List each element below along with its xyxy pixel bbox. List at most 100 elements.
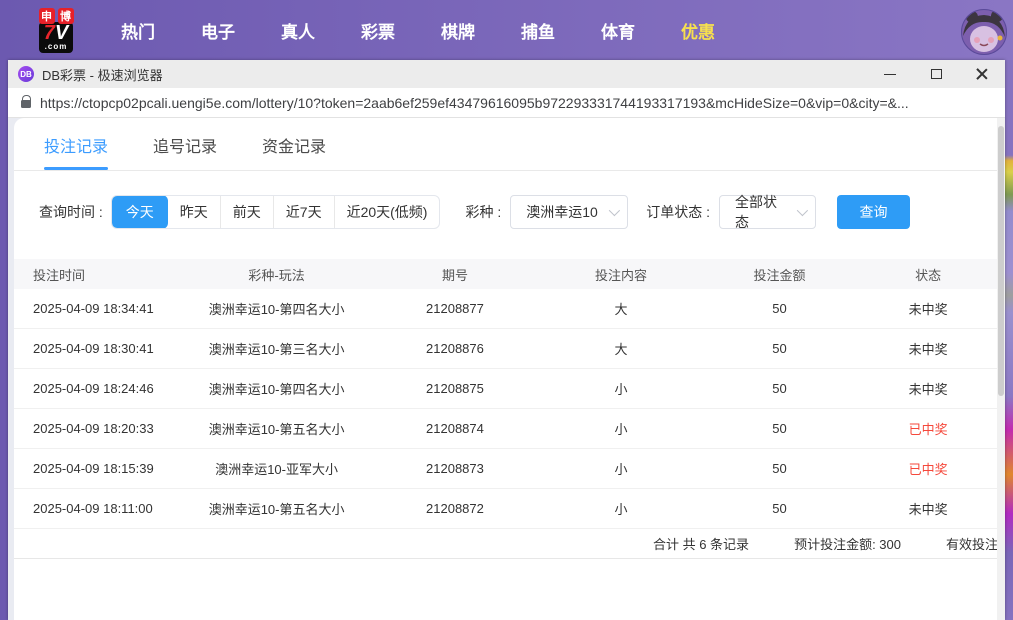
window-title: DB彩票 - 极速浏览器 — [42, 65, 883, 84]
bet-content: 小 — [534, 499, 707, 518]
logo-badge-bo: 博 — [58, 8, 74, 24]
browser-titlebar[interactable]: DB DB彩票 - 极速浏览器 — [8, 60, 1005, 88]
menu-item-slots[interactable]: 电子 — [178, 18, 258, 43]
site-menu: 热门 电子 真人 彩票 棋牌 捕鱼 体育 优惠 — [98, 18, 738, 43]
table-row: 2025-04-09 18:30:41 澳洲幸运10-第三名大小 2120887… — [14, 329, 1005, 369]
lock-icon — [21, 100, 31, 108]
table-row: 2025-04-09 18:34:41 澳洲幸运10-第四名大小 2120887… — [14, 289, 1005, 329]
issue-number: 21208873 — [376, 461, 535, 476]
header-bet-amount: 投注金额 — [708, 265, 852, 284]
bet-content: 小 — [534, 459, 707, 478]
bet-amount: 50 — [708, 461, 852, 476]
menu-item-cards[interactable]: 棋牌 — [418, 18, 498, 43]
bet-time: 2025-04-09 18:30:41 — [14, 341, 178, 356]
time-option-today[interactable]: 今天 — [112, 195, 168, 229]
maximize-button[interactable] — [929, 67, 943, 81]
user-avatar[interactable] — [960, 8, 1008, 56]
issue-number: 21208875 — [376, 381, 535, 396]
status-filter-label: 订单状态 : — [646, 202, 710, 222]
header-bet-content: 投注内容 — [534, 265, 707, 284]
play-type: 澳洲幸运10-第四名大小 — [178, 299, 376, 318]
records-card: 投注记录 追号记录 资金记录 查询时间 : 今天 昨天 前天 近7天 近20天(… — [14, 118, 1005, 620]
close-button[interactable] — [975, 67, 989, 81]
table-row: 2025-04-09 18:11:00 澳洲幸运10-第五名大小 2120887… — [14, 489, 1005, 529]
bet-amount: 50 — [708, 421, 852, 436]
order-status-value: 全部状态 — [735, 192, 789, 232]
bet-time: 2025-04-09 18:11:00 — [14, 501, 178, 516]
background-page-sliver — [1004, 60, 1013, 620]
summary-total-records: 合计 共 6 条记录 — [653, 534, 749, 553]
status-cell: 未中奖 — [851, 339, 1005, 358]
bet-amount: 50 — [708, 501, 852, 516]
close-icon — [976, 68, 988, 80]
issue-number: 21208876 — [376, 341, 535, 356]
play-type: 澳洲幸运10-亚军大小 — [178, 459, 376, 478]
bet-time: 2025-04-09 18:15:39 — [14, 461, 178, 476]
site-topbar: 申 博 7V .com 热门 电子 真人 彩票 棋牌 捕鱼 体育 优惠 — [0, 0, 1013, 60]
bet-records-table: 投注时间 彩种-玩法 期号 投注内容 投注金额 状态 2025-04-09 18… — [14, 259, 1005, 559]
time-option-20days[interactable]: 近20天(低频) — [334, 196, 440, 228]
status-cell: 未中奖 — [851, 299, 1005, 318]
menu-item-sports[interactable]: 体育 — [578, 18, 658, 43]
issue-number: 21208872 — [376, 501, 535, 516]
tab-bet-records[interactable]: 投注记录 — [44, 133, 108, 170]
table-summary: 合计 共 6 条记录 预计投注金额: 300 有效投注金 — [14, 529, 1005, 559]
chevron-down-icon — [797, 205, 808, 216]
bet-content: 小 — [534, 419, 707, 438]
bet-content: 小 — [534, 379, 707, 398]
bet-amount: 50 — [708, 301, 852, 316]
header-bet-time: 投注时间 — [14, 265, 178, 284]
menu-item-fishing[interactable]: 捕鱼 — [498, 18, 578, 43]
logo-brand: 7V — [44, 22, 68, 44]
tab-fund-records[interactable]: 资金记录 — [262, 133, 326, 170]
order-status-select[interactable]: 全部状态 — [719, 195, 816, 229]
bet-time: 2025-04-09 18:20:33 — [14, 421, 178, 436]
page-content: 投注记录 追号记录 资金记录 查询时间 : 今天 昨天 前天 近7天 近20天(… — [8, 118, 1005, 620]
address-bar[interactable]: https://ctopcp02pcali.uengi5e.com/lotter… — [8, 88, 1005, 118]
play-type: 澳洲幸运10-第五名大小 — [178, 499, 376, 518]
status-cell: 已中奖 — [851, 419, 1005, 438]
issue-number: 21208874 — [376, 421, 535, 436]
issue-number: 21208877 — [376, 301, 535, 316]
status-cell: 已中奖 — [851, 459, 1005, 478]
lottery-select[interactable]: 澳洲幸运10 — [510, 195, 628, 229]
logo-suffix: .com — [44, 43, 68, 51]
header-status: 状态 — [851, 265, 1005, 284]
time-filter-label: 查询时间 : — [39, 202, 103, 222]
header-issue: 期号 — [376, 265, 535, 284]
table-row: 2025-04-09 18:15:39 澳洲幸运10-亚军大小 21208873… — [14, 449, 1005, 489]
status-cell: 未中奖 — [851, 379, 1005, 398]
play-type: 澳洲幸运10-第四名大小 — [178, 379, 376, 398]
search-button[interactable]: 查询 — [837, 195, 910, 229]
maximize-icon — [931, 69, 942, 79]
logo-seven: 7 — [44, 22, 55, 44]
bet-amount: 50 — [708, 381, 852, 396]
browser-window: DB DB彩票 - 极速浏览器 https://ctopcp02pcali.ue… — [8, 60, 1005, 620]
menu-item-hot[interactable]: 热门 — [98, 18, 178, 43]
chevron-down-icon — [609, 205, 620, 216]
minimize-button[interactable] — [883, 67, 897, 81]
time-option-yesterday[interactable]: 昨天 — [168, 196, 220, 228]
lottery-select-value: 澳洲幸运10 — [526, 202, 598, 222]
bet-time: 2025-04-09 18:34:41 — [14, 301, 178, 316]
url-text[interactable]: https://ctopcp02pcali.uengi5e.com/lotter… — [40, 95, 909, 111]
menu-item-promo[interactable]: 优惠 — [658, 18, 738, 43]
scrollbar-thumb[interactable] — [998, 126, 1004, 396]
tab-chase-records[interactable]: 追号记录 — [153, 133, 217, 170]
site-logo[interactable]: 申 博 7V .com — [30, 8, 82, 53]
record-tabs: 投注记录 追号记录 资金记录 — [14, 118, 1005, 171]
time-range-group: 今天 昨天 前天 近7天 近20天(低频) — [111, 195, 441, 229]
summary-expected-amount: 预计投注金额: 300 — [794, 534, 901, 553]
page-scrollbar[interactable] — [997, 118, 1005, 620]
play-type: 澳洲幸运10-第五名大小 — [178, 419, 376, 438]
minimize-icon — [884, 74, 896, 75]
play-type: 澳洲幸运10-第三名大小 — [178, 339, 376, 358]
table-row: 2025-04-09 18:24:46 澳洲幸运10-第四名大小 2120887… — [14, 369, 1005, 409]
menu-item-live[interactable]: 真人 — [258, 18, 338, 43]
time-option-day-before[interactable]: 前天 — [220, 196, 273, 228]
menu-item-lottery[interactable]: 彩票 — [338, 18, 418, 43]
filter-bar: 查询时间 : 今天 昨天 前天 近7天 近20天(低频) 彩种 : 澳洲幸运10… — [39, 195, 1005, 229]
bet-time: 2025-04-09 18:24:46 — [14, 381, 178, 396]
window-controls — [883, 67, 989, 81]
time-option-7days[interactable]: 近7天 — [273, 196, 334, 228]
